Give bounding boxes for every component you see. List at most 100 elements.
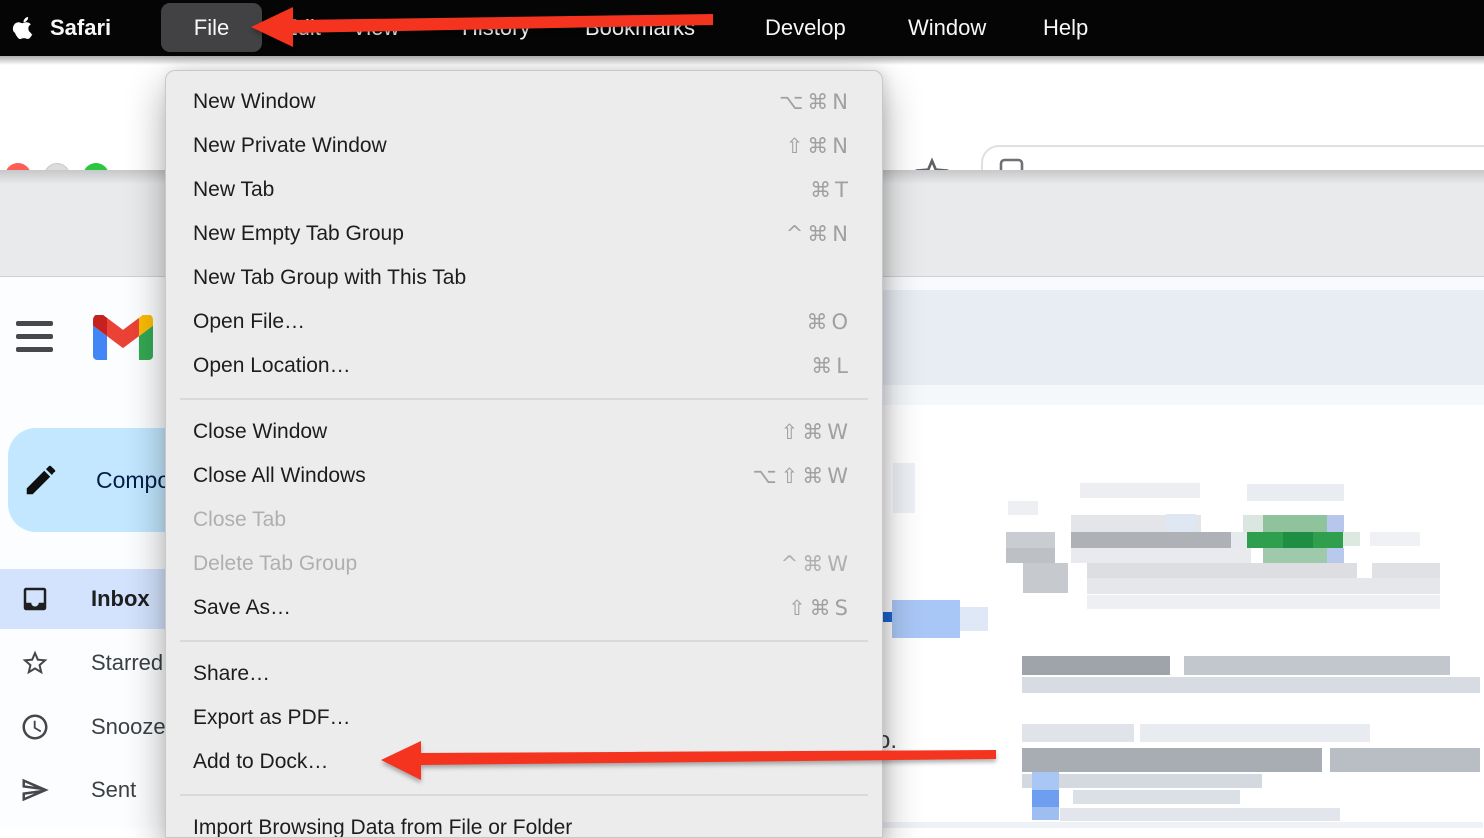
menu-item-new-private-window[interactable]: New Private Window ⇧⌘N bbox=[166, 124, 882, 168]
menubar-item-safari[interactable]: Safari bbox=[50, 0, 111, 56]
menubar-item-history[interactable]: History bbox=[462, 0, 530, 56]
menu-item-label: New Tab bbox=[193, 178, 274, 202]
menu-item-export-as-pdf[interactable]: Export as PDF… bbox=[166, 696, 882, 740]
menu-item-open-file[interactable]: Open File… ⌘O bbox=[166, 300, 882, 344]
send-icon bbox=[20, 775, 50, 805]
redacted-block bbox=[1184, 656, 1450, 675]
redacted-block bbox=[1080, 483, 1200, 498]
redacted-block bbox=[1140, 724, 1370, 742]
redacted-block bbox=[1071, 532, 1231, 548]
redacted-block bbox=[1060, 808, 1340, 821]
menu-item-close-window[interactable]: Close Window ⇧⌘W bbox=[166, 410, 882, 454]
menu-item-shortcut: ⇧⌘S bbox=[788, 596, 852, 620]
redacted-block bbox=[1073, 790, 1240, 804]
menubar-item-edit[interactable]: Edit bbox=[283, 0, 321, 56]
redacted-block bbox=[1006, 532, 1055, 548]
menu-item-label: Close Window bbox=[193, 420, 327, 444]
gmail-logo-icon bbox=[93, 315, 153, 360]
menu-item-label: Close All Windows bbox=[193, 464, 366, 488]
menu-item-shortcut: ⇧⌘W bbox=[781, 420, 852, 444]
menu-item-new-tab-group-with-this-tab[interactable]: New Tab Group with This Tab bbox=[166, 256, 882, 300]
menu-item-shortcut: ⇧⌘N bbox=[786, 134, 852, 158]
clock-icon bbox=[20, 712, 50, 742]
pencil-icon bbox=[22, 461, 60, 499]
menu-item-label: Save As… bbox=[193, 596, 291, 620]
redacted-block bbox=[1370, 532, 1420, 546]
menu-item-new-window[interactable]: New Window ⌥⌘N bbox=[166, 80, 882, 124]
menu-item-import-browsing-data-from-file-or-folder[interactable]: Import Browsing Data from File or Folder bbox=[166, 806, 882, 838]
menubar-item-bookmarks[interactable]: Bookmarks bbox=[585, 0, 695, 56]
menu-item-shortcut: ⌘L bbox=[811, 354, 852, 378]
menu-item-label: Export as PDF… bbox=[193, 706, 351, 730]
menu-item-close-all-windows[interactable]: Close All Windows ⌥⇧⌘W bbox=[166, 454, 882, 498]
menu-separator bbox=[180, 398, 868, 400]
menubar-item-file[interactable]: File bbox=[161, 3, 262, 52]
redacted-block bbox=[883, 385, 1484, 405]
redacted-block bbox=[1247, 484, 1344, 501]
redacted-block bbox=[1022, 748, 1322, 772]
menu-item-open-location[interactable]: Open Location… ⌘L bbox=[166, 344, 882, 388]
menu-item-share[interactable]: Share… bbox=[166, 652, 882, 696]
redacted-block bbox=[1087, 563, 1357, 578]
redacted-block bbox=[1022, 724, 1134, 742]
redacted-block bbox=[1032, 807, 1059, 820]
menubar-item-help[interactable]: Help bbox=[1043, 0, 1088, 56]
redacted-block bbox=[1372, 563, 1440, 578]
redacted-block bbox=[1032, 772, 1059, 790]
macos-menu-bar: Safari File Edit View History Bookmarks Develo… bbox=[0, 0, 1484, 56]
menu-item-label: Add to Dock… bbox=[193, 750, 328, 774]
menu-item-delete-tab-group: Delete Tab Group^⌘W bbox=[166, 542, 882, 586]
redacted-block bbox=[960, 607, 988, 631]
menu-separator bbox=[180, 794, 868, 796]
menu-separator bbox=[180, 640, 868, 642]
redacted-block bbox=[1327, 548, 1344, 563]
menubar-item-develop[interactable]: Develop bbox=[765, 0, 846, 56]
redacted-block bbox=[883, 277, 1484, 290]
macos-safari-screenshot: { "theme": { "menubar_bg": "#050505", "m… bbox=[0, 0, 1484, 828]
star-icon bbox=[20, 648, 50, 678]
redacted-block bbox=[1022, 656, 1170, 675]
menu-item-label: Close Tab bbox=[193, 508, 286, 532]
menu-item-label: Open File… bbox=[193, 310, 305, 334]
redacted-block bbox=[893, 463, 915, 513]
sidebar-item-label: Sent bbox=[91, 777, 136, 803]
redacted-block bbox=[883, 822, 1483, 828]
menu-item-add-to-dock[interactable]: Add to Dock… bbox=[166, 740, 882, 784]
menubar-item-window[interactable]: Window bbox=[908, 0, 986, 56]
sidebar-item-label: Starred bbox=[91, 650, 163, 676]
redacted-block bbox=[1327, 515, 1344, 532]
menu-item-label: Open Location… bbox=[193, 354, 351, 378]
redacted-block bbox=[892, 600, 960, 638]
redacted-block bbox=[1263, 515, 1327, 532]
sidebar-item-label: Inbox bbox=[91, 586, 150, 612]
menu-item-shortcut: ⌘T bbox=[810, 178, 852, 202]
redacted-block bbox=[1006, 548, 1055, 563]
menu-item-label: Import Browsing Data from File or Folder bbox=[193, 816, 572, 838]
menu-item-label: New Private Window bbox=[193, 134, 387, 158]
file-menu-dropdown: New Window ⌥⌘N New Private Window ⇧⌘N New Ta… bbox=[165, 70, 883, 838]
menu-item-shortcut: ⌘O bbox=[806, 310, 852, 334]
menu-item-label: New Window bbox=[193, 90, 316, 114]
redacted-block bbox=[1032, 790, 1059, 807]
menu-item-shortcut: ^⌘N bbox=[786, 222, 852, 246]
inbox-icon bbox=[20, 584, 50, 614]
redacted-block bbox=[1023, 563, 1068, 593]
menu-item-label: New Tab Group with This Tab bbox=[193, 266, 466, 290]
redacted-block bbox=[1087, 578, 1440, 594]
menubar-shadow bbox=[0, 56, 1484, 65]
menu-item-close-tab: Close Tab bbox=[166, 498, 882, 542]
redacted-block bbox=[1022, 677, 1480, 693]
menu-item-save-as[interactable]: Save As… ⇧⌘S bbox=[166, 586, 882, 630]
redacted-block bbox=[1263, 548, 1327, 563]
menu-item-new-tab[interactable]: New Tab ⌘T bbox=[166, 168, 882, 212]
menu-item-shortcut: ⌥⇧⌘W bbox=[752, 464, 852, 488]
redacted-block bbox=[1243, 515, 1263, 532]
menu-item-label: New Empty Tab Group bbox=[193, 222, 404, 246]
redacted-block bbox=[1008, 501, 1038, 515]
apple-logo-icon[interactable] bbox=[12, 14, 35, 42]
redacted-block bbox=[1087, 595, 1440, 609]
menubar-item-view[interactable]: View bbox=[352, 0, 399, 56]
redacted-block bbox=[1343, 532, 1360, 546]
menu-item-shortcut: ⌥⌘N bbox=[779, 90, 852, 114]
menu-item-new-empty-tab-group[interactable]: New Empty Tab Group ^⌘N bbox=[166, 212, 882, 256]
